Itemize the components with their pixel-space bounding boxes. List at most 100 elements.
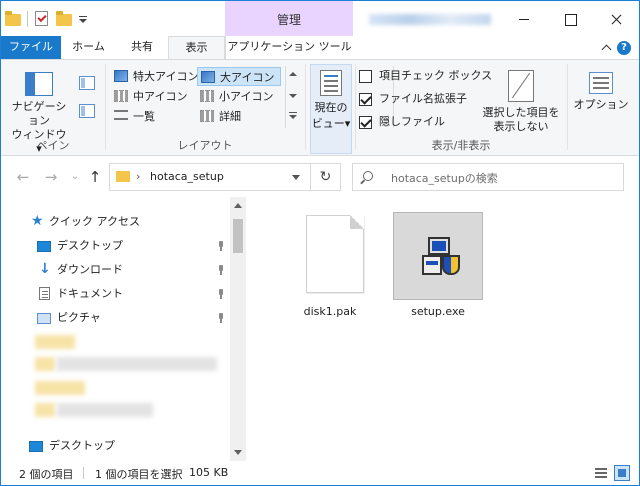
address-bar[interactable]: › hotaca_setup ↻ bbox=[109, 163, 341, 191]
medium-icons-label: 中アイコン bbox=[133, 90, 188, 103]
current-view-label-2-text: ビュー bbox=[311, 117, 345, 130]
new-folder-icon[interactable] bbox=[56, 11, 72, 27]
status-selection: 1 個の項目を選択 bbox=[95, 468, 183, 481]
list-label: 一覧 bbox=[133, 110, 155, 123]
file-item-disk1[interactable]: disk1.pak bbox=[280, 209, 380, 323]
nav-pane-label-1: ナビゲーション bbox=[11, 100, 67, 127]
scroll-down-icon[interactable] bbox=[234, 450, 242, 455]
gallery-more-icon[interactable] bbox=[289, 115, 297, 119]
current-view-icon bbox=[320, 70, 342, 96]
details-pane-icon[interactable] bbox=[79, 104, 95, 118]
layout-small-icons[interactable]: 小アイコン bbox=[197, 87, 281, 106]
layout-details[interactable]: 詳細 bbox=[197, 107, 281, 126]
scroll-thumb[interactable] bbox=[233, 219, 243, 253]
recent-locations-icon[interactable]: ⌄ bbox=[65, 167, 85, 187]
help-icon[interactable]: ? bbox=[617, 40, 631, 55]
breadcrumb-chevron-icon[interactable]: › bbox=[136, 170, 140, 183]
file-name: disk1.pak bbox=[303, 305, 357, 318]
search-box[interactable]: hotaca_setupの検索 bbox=[352, 163, 624, 191]
blurred-item bbox=[35, 335, 75, 349]
gallery-down-icon[interactable] bbox=[289, 94, 297, 98]
current-view-label-2: ビュー▾ bbox=[311, 117, 351, 130]
list-icon bbox=[114, 110, 128, 120]
tab-share[interactable]: 共有 bbox=[116, 36, 168, 59]
address-path[interactable]: hotaca_setup bbox=[150, 170, 224, 183]
qat-separator bbox=[27, 11, 28, 27]
back-button[interactable]: ← bbox=[13, 167, 33, 187]
title-bar[interactable]: 管理 bbox=[1, 1, 639, 36]
address-dropdown-icon[interactable] bbox=[292, 175, 300, 180]
preview-pane-icon[interactable] bbox=[79, 76, 95, 90]
extra-large-icons-label: 特大アイコン bbox=[133, 70, 199, 83]
current-view-label-1: 現在の bbox=[314, 101, 348, 114]
refresh-button[interactable]: ↻ bbox=[310, 164, 340, 190]
downloads-label: ダウンロード bbox=[57, 263, 123, 276]
details-view-button[interactable] bbox=[593, 465, 609, 481]
tab-view[interactable]: 表示 bbox=[168, 36, 225, 60]
ribbon-tabs: ファイル ホーム 共有 表示 アプリケーション ツール ? bbox=[1, 36, 639, 60]
group-pane: ナビゲーション ウィンドウ ▾ ペイン bbox=[1, 60, 105, 156]
nav-quick-access[interactable]: ★ クイック アクセス bbox=[1, 211, 229, 233]
quick-access-toolbar bbox=[5, 10, 88, 28]
tab-application-tools[interactable]: アプリケーション ツール bbox=[225, 36, 353, 59]
layout-list[interactable]: 一覧 bbox=[111, 107, 195, 126]
layout-large-icons[interactable]: 大アイコン bbox=[197, 67, 281, 86]
large-icons-view-button[interactable] bbox=[614, 465, 630, 481]
nav-pane-scrollbar[interactable] bbox=[230, 197, 246, 461]
gallery-up-icon[interactable] bbox=[289, 72, 297, 76]
layout-group-label: レイアウト bbox=[177, 139, 233, 152]
blurred-item bbox=[35, 381, 85, 395]
folder-icon bbox=[5, 11, 21, 27]
collapse-ribbon-icon[interactable] bbox=[597, 36, 617, 59]
customize-qat-icon[interactable] bbox=[78, 11, 88, 27]
window-title-blurred bbox=[369, 14, 491, 25]
properties-icon[interactable] bbox=[34, 11, 50, 27]
pin-icon[interactable] bbox=[217, 241, 225, 251]
details-label: 詳細 bbox=[219, 110, 241, 123]
pin-icon[interactable] bbox=[217, 289, 225, 299]
documents-label: ドキュメント bbox=[57, 287, 123, 300]
pictures-icon bbox=[37, 313, 51, 324]
tab-file[interactable]: ファイル bbox=[1, 36, 61, 59]
details-icon bbox=[200, 110, 214, 122]
pane-group-label: ペイン bbox=[36, 139, 70, 152]
pin-icon[interactable] bbox=[217, 265, 225, 275]
layout-gallery-scrollbar bbox=[285, 66, 299, 128]
desktop-icon bbox=[29, 441, 43, 452]
window-controls bbox=[501, 1, 639, 36]
status-bar: 2 個の項目 1 個の項目を選択 105 KB bbox=[1, 461, 639, 485]
search-icon bbox=[363, 171, 373, 181]
layout-medium-icons[interactable]: 中アイコン bbox=[111, 87, 195, 106]
file-item-setup[interactable]: setup.exe bbox=[388, 209, 488, 323]
minimize-button[interactable] bbox=[501, 1, 547, 36]
nav-desktop[interactable]: デスクトップ bbox=[1, 435, 229, 457]
navigation-pane-icon bbox=[25, 72, 53, 96]
current-view-button[interactable]: 現在の ビュー▾ bbox=[310, 64, 352, 154]
file-list: disk1.pak setup.exe bbox=[248, 197, 639, 461]
scroll-up-icon[interactable] bbox=[234, 203, 242, 208]
nav-item-documents[interactable]: ドキュメント bbox=[1, 283, 229, 305]
layout-extra-large-icons[interactable]: 特大アイコン bbox=[111, 67, 199, 86]
small-icons-label: 小アイコン bbox=[219, 90, 274, 103]
group-separator bbox=[355, 64, 356, 150]
group-separator bbox=[305, 64, 306, 150]
star-icon: ★ bbox=[31, 213, 44, 229]
nav-item-pictures[interactable]: ピクチャ bbox=[1, 307, 229, 329]
navigation-pane: ★ クイック アクセス デスクトップ ↓ ダウンロード ドキュメント ピクチャ bbox=[1, 197, 246, 461]
search-placeholder[interactable]: hotaca_setupの検索 bbox=[391, 170, 498, 186]
blank-file-icon bbox=[306, 215, 364, 293]
forward-button[interactable]: → bbox=[41, 167, 61, 187]
status-item-count: 2 個の項目 bbox=[19, 468, 74, 481]
download-icon: ↓ bbox=[39, 261, 51, 277]
nav-item-desktop[interactable]: デスクトップ bbox=[1, 235, 229, 257]
file-name: setup.exe bbox=[411, 305, 465, 318]
close-button[interactable] bbox=[593, 1, 639, 36]
tab-home[interactable]: ホーム bbox=[61, 36, 116, 59]
layout-gallery: 特大アイコン 大アイコン 中アイコン 小アイコン 一覧 詳細 bbox=[111, 65, 297, 131]
maximize-button[interactable] bbox=[547, 1, 593, 36]
up-button[interactable]: ↑ bbox=[85, 167, 105, 187]
pin-icon[interactable] bbox=[217, 313, 225, 323]
blurred-item bbox=[35, 403, 55, 417]
nav-item-downloads[interactable]: ↓ ダウンロード bbox=[1, 259, 229, 281]
options-button[interactable]: オプション bbox=[571, 64, 631, 112]
